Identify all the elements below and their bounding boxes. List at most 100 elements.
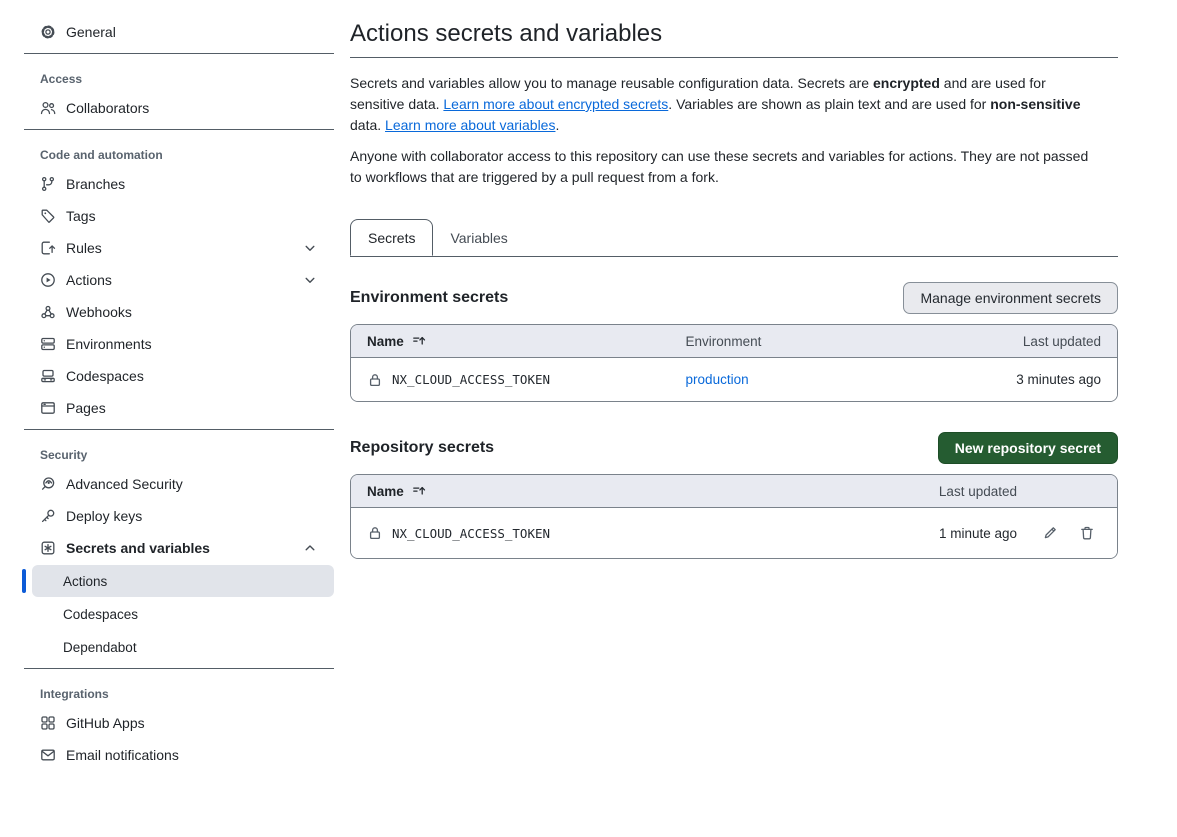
sidebar-divider bbox=[24, 429, 334, 430]
column-header-last-updated: Last updated bbox=[939, 484, 1017, 499]
sidebar-item-secrets-and-variables[interactable]: Secrets and variables bbox=[24, 532, 334, 564]
column-header-environment: Environment bbox=[686, 334, 1023, 349]
sidebar-item-label: Codespaces bbox=[66, 368, 144, 384]
lock-icon bbox=[367, 372, 383, 388]
environment-secrets-table-header: Name Environment Last updated bbox=[351, 325, 1117, 358]
repository-secrets-heading: Repository secrets bbox=[350, 439, 494, 457]
sidebar-item-label: Webhooks bbox=[66, 304, 132, 320]
mail-icon bbox=[40, 747, 56, 763]
sidebar-subitem-dependabot[interactable]: Dependabot bbox=[32, 631, 334, 663]
browser-icon bbox=[40, 400, 56, 416]
sidebar-item-label: Secrets and variables bbox=[66, 540, 210, 556]
sidebar-item-label: GitHub Apps bbox=[66, 715, 145, 731]
play-circle-icon bbox=[40, 272, 56, 288]
page-title: Actions secrets and variables bbox=[350, 20, 1118, 58]
last-updated-value: 3 minutes ago bbox=[1016, 372, 1101, 387]
sidebar-item-webhooks[interactable]: Webhooks bbox=[24, 296, 334, 328]
delete-secret-button[interactable] bbox=[1079, 525, 1095, 541]
pencil-icon bbox=[1042, 525, 1058, 541]
sidebar-subitem-codespaces[interactable]: Codespaces bbox=[32, 598, 334, 630]
repository-secrets-table: Name Last updated NX_CLOUD_ACCESS_TOKEN … bbox=[350, 474, 1118, 559]
secret-name: NX_CLOUD_ACCESS_TOKEN bbox=[392, 372, 550, 387]
sidebar-divider bbox=[24, 129, 334, 130]
intro-bold-encrypted: encrypted bbox=[873, 75, 940, 91]
active-indicator bbox=[22, 569, 26, 593]
column-label: Name bbox=[367, 334, 404, 349]
intro-text: . bbox=[555, 117, 559, 133]
sidebar-item-general[interactable]: General bbox=[24, 16, 334, 48]
sidebar-item-label: Pages bbox=[66, 400, 106, 416]
tag-icon bbox=[40, 208, 56, 224]
sidebar-item-label: Rules bbox=[66, 240, 102, 256]
column-header-name[interactable]: Name bbox=[367, 483, 939, 499]
sidebar-item-email-notifications[interactable]: Email notifications bbox=[24, 739, 334, 771]
key-asterisk-icon bbox=[40, 540, 56, 556]
environment-link[interactable]: production bbox=[686, 372, 1017, 387]
tab-variables[interactable]: Variables bbox=[433, 219, 524, 256]
sidebar-subitem-label: Actions bbox=[63, 574, 107, 589]
tab-secrets[interactable]: Secrets bbox=[350, 219, 433, 256]
sidebar-section-header-integrations: Integrations bbox=[24, 687, 334, 701]
sidebar-item-advanced-security[interactable]: Advanced Security bbox=[24, 468, 334, 500]
webhook-icon bbox=[40, 304, 56, 320]
repo-settings-page: General Access Collaborators Code and au… bbox=[0, 0, 1177, 837]
sidebar-item-label: Actions bbox=[66, 272, 112, 288]
git-branch-icon bbox=[40, 176, 56, 192]
codespaces-icon bbox=[40, 368, 56, 384]
sidebar-item-label: Environments bbox=[66, 336, 152, 352]
sidebar-subitem-actions[interactable]: Actions bbox=[32, 565, 334, 597]
column-label: Name bbox=[367, 484, 404, 499]
intro-text: data. bbox=[350, 117, 385, 133]
environment-secrets-heading: Environment secrets bbox=[350, 289, 508, 307]
sidebar-item-deploy-keys[interactable]: Deploy keys bbox=[24, 500, 334, 532]
sidebar-item-tags[interactable]: Tags bbox=[24, 200, 334, 232]
sidebar-item-codespaces[interactable]: Codespaces bbox=[24, 360, 334, 392]
trash-icon bbox=[1079, 525, 1095, 541]
secret-name-cell: NX_CLOUD_ACCESS_TOKEN bbox=[367, 525, 939, 541]
sidebar-item-github-apps[interactable]: GitHub Apps bbox=[24, 707, 334, 739]
sidebar-subitem-label: Codespaces bbox=[63, 607, 138, 622]
sidebar-item-label: Branches bbox=[66, 176, 125, 192]
sidebar-item-label: Advanced Security bbox=[66, 476, 183, 492]
sidebar-item-actions[interactable]: Actions bbox=[24, 264, 334, 296]
chevron-down-icon bbox=[302, 272, 318, 288]
row-actions bbox=[1017, 525, 1101, 541]
learn-more-encrypted-secrets-link[interactable]: Learn more about encrypted secrets bbox=[443, 96, 668, 112]
sidebar-section-header-code-automation: Code and automation bbox=[24, 148, 334, 162]
sidebar-item-label: Email notifications bbox=[66, 747, 179, 763]
column-header-last-updated: Last updated bbox=[1023, 334, 1101, 349]
sidebar-section-header-security: Security bbox=[24, 448, 334, 462]
sidebar-item-branches[interactable]: Branches bbox=[24, 168, 334, 200]
secrets-variables-tabnav: Secrets Variables bbox=[350, 219, 1118, 257]
repository-secrets-table-header: Name Last updated bbox=[351, 475, 1117, 508]
sidebar-item-pages[interactable]: Pages bbox=[24, 392, 334, 424]
environment-secrets-header: Environment secrets Manage environment s… bbox=[350, 282, 1118, 314]
chevron-up-icon bbox=[302, 540, 318, 556]
collaborator-note-paragraph: Anyone with collaborator access to this … bbox=[350, 146, 1095, 188]
manage-environment-secrets-button[interactable]: Manage environment secrets bbox=[903, 282, 1118, 314]
people-icon bbox=[40, 100, 56, 116]
key-icon bbox=[40, 508, 56, 524]
sort-ascending-icon bbox=[411, 333, 427, 349]
rules-icon bbox=[40, 240, 56, 256]
new-repository-secret-button[interactable]: New repository secret bbox=[938, 432, 1118, 464]
server-icon bbox=[40, 336, 56, 352]
sidebar-divider bbox=[24, 53, 334, 54]
environment-secrets-table: Name Environment Last updated NX_CLOUD_A… bbox=[350, 324, 1118, 402]
column-header-name[interactable]: Name bbox=[367, 333, 686, 349]
sidebar-item-rules[interactable]: Rules bbox=[24, 232, 334, 264]
sidebar-item-label: Tags bbox=[66, 208, 96, 224]
edit-secret-button[interactable] bbox=[1042, 525, 1058, 541]
learn-more-variables-link[interactable]: Learn more about variables bbox=[385, 117, 555, 133]
intro-bold-non-sensitive: non-sensitive bbox=[990, 96, 1080, 112]
sort-ascending-icon bbox=[411, 483, 427, 499]
gear-icon bbox=[40, 24, 56, 40]
codescan-icon bbox=[40, 476, 56, 492]
sidebar-item-environments[interactable]: Environments bbox=[24, 328, 334, 360]
sidebar-item-collaborators[interactable]: Collaborators bbox=[24, 92, 334, 124]
repository-secrets-header: Repository secrets New repository secret bbox=[350, 432, 1118, 464]
chevron-down-icon bbox=[302, 240, 318, 256]
sidebar-item-label: Deploy keys bbox=[66, 508, 142, 524]
sidebar-subitem-label: Dependabot bbox=[63, 640, 137, 655]
intro-text: Secrets and variables allow you to manag… bbox=[350, 75, 873, 91]
